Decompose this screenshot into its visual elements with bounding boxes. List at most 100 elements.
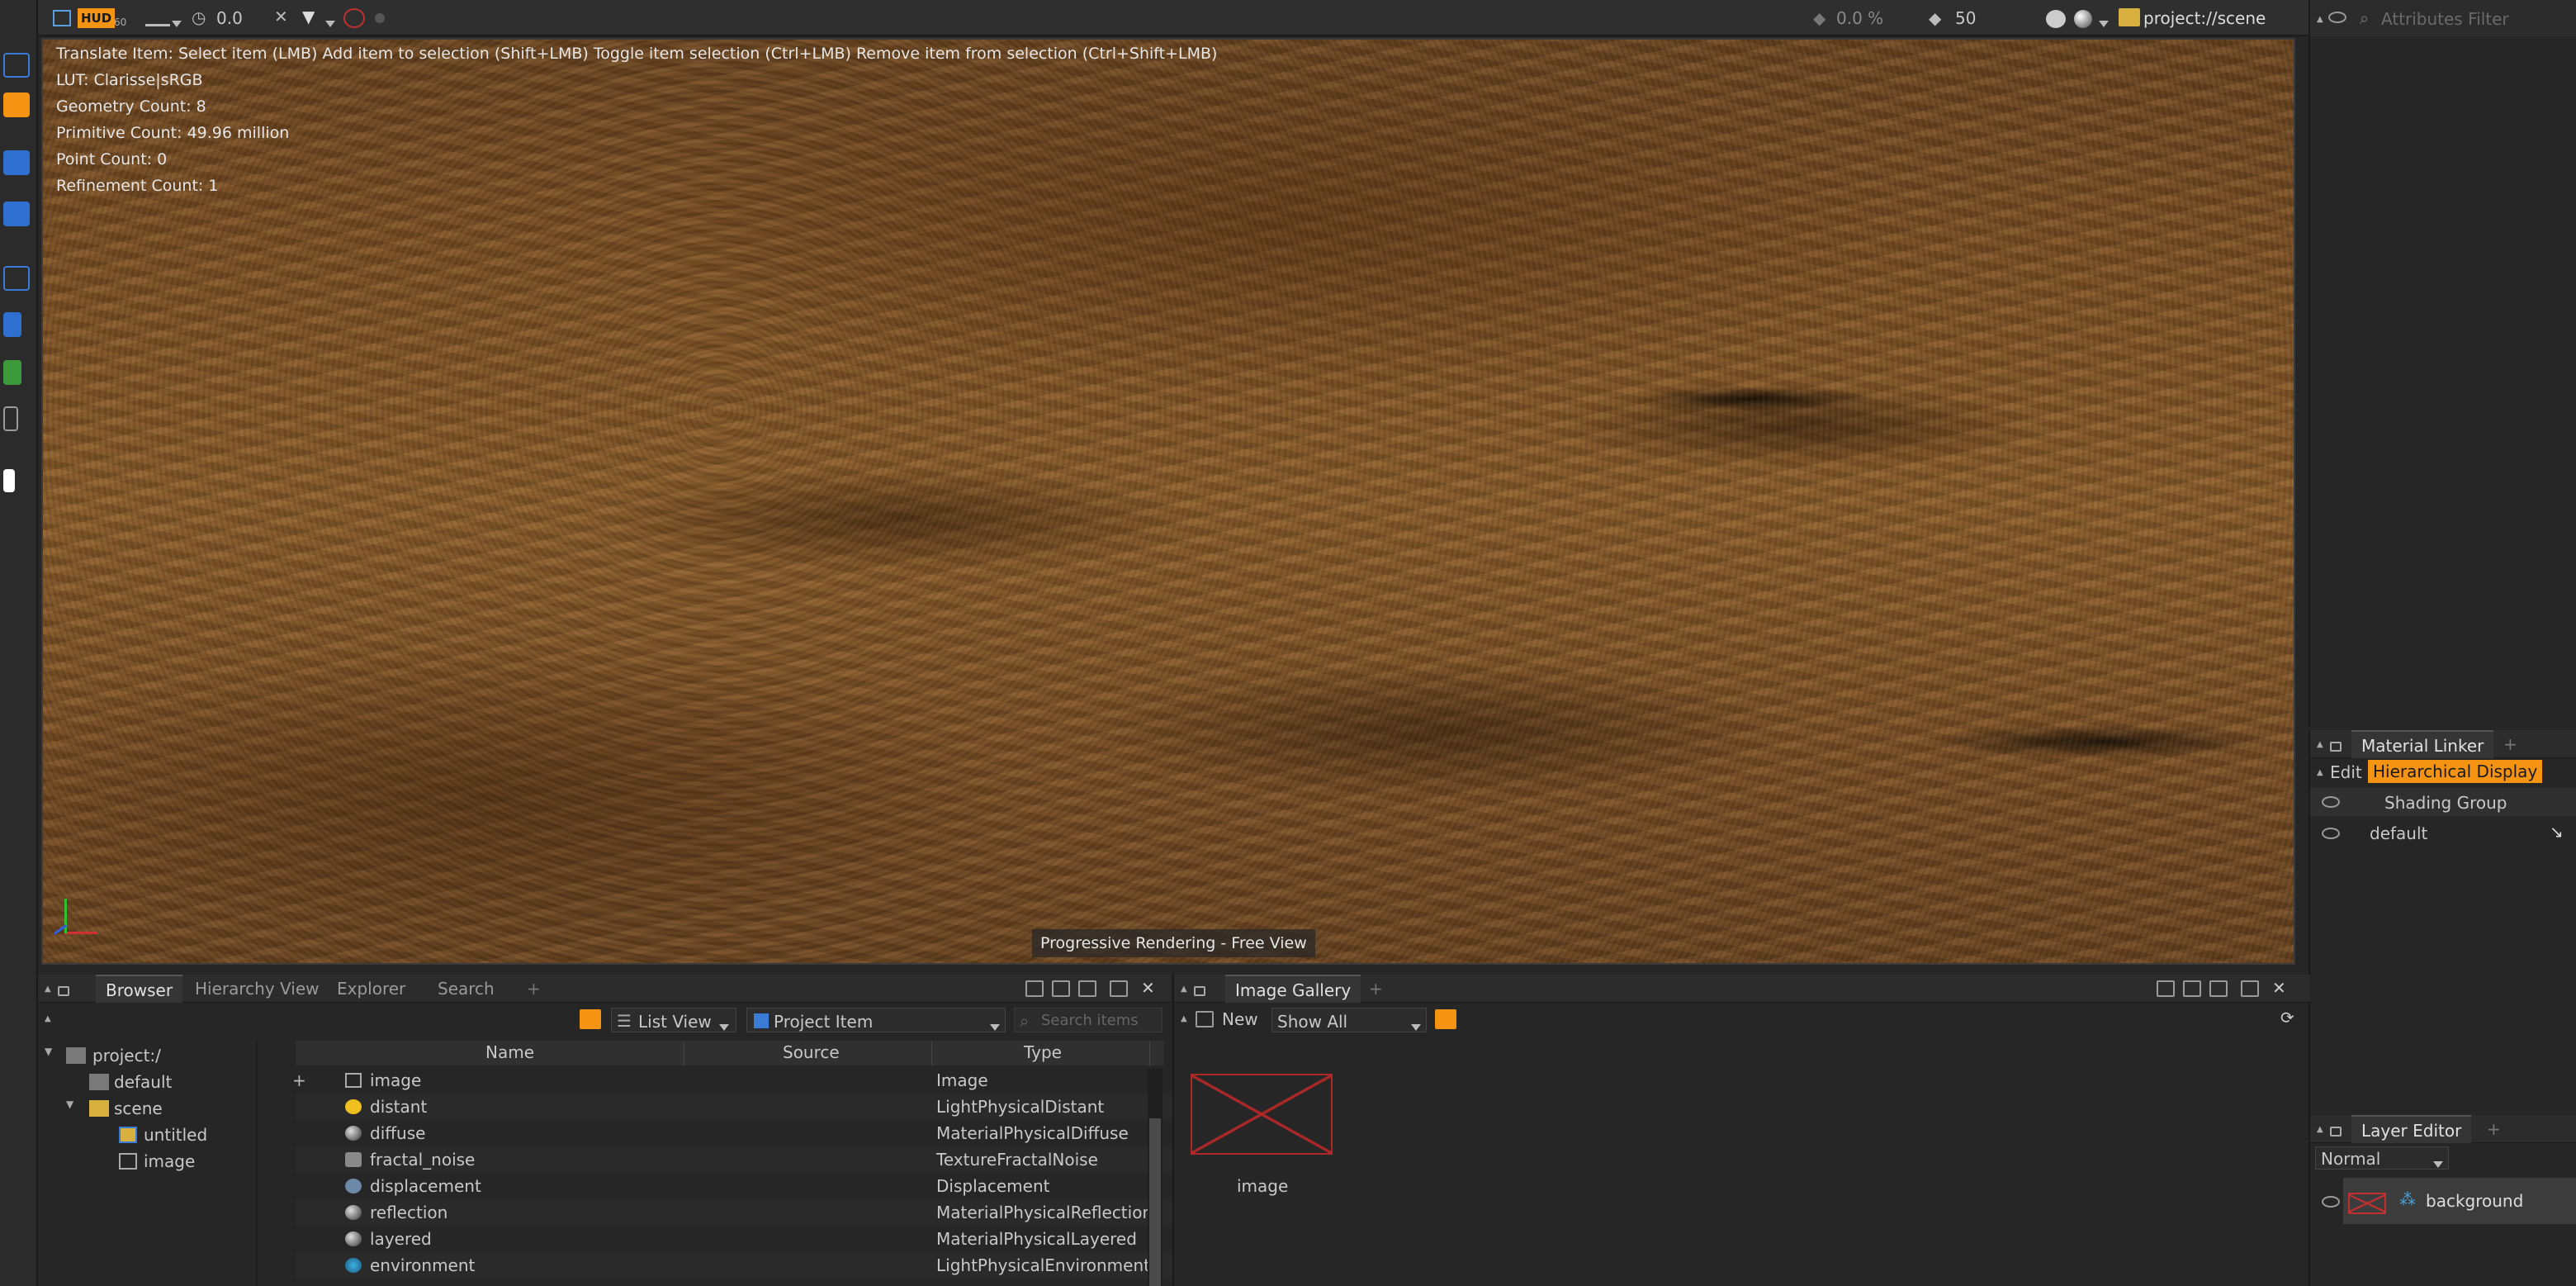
attributes-filter-input[interactable]: Attributes Filter [2381,9,2509,29]
new-image-icon[interactable] [1196,1011,1214,1027]
row-name: environment [370,1255,476,1275]
project-path[interactable]: project://scene [2143,8,2266,28]
column-type[interactable]: Type [1024,1042,1062,1062]
collapse-icon[interactable]: ▲ [45,1014,51,1023]
split-horizontal-icon[interactable] [2183,980,2201,997]
percent-value[interactable]: 0.0 % [1836,8,1883,28]
select-tool-icon[interactable] [3,53,30,78]
view-mode-select[interactable]: ☰ List View [611,1008,736,1032]
split-horizontal-icon[interactable] [1052,980,1070,997]
gallery-filter-select[interactable]: Show All [1271,1008,1427,1032]
collapse-icon[interactable]: ▲ [2317,768,2323,777]
scale-tool-icon[interactable] [3,202,30,226]
visibility-eye-icon[interactable] [2328,12,2346,23]
samples-value[interactable]: 50 [1955,8,1976,28]
camera-sphere-icon[interactable] [2046,10,2066,28]
tab-browser[interactable]: Browser [96,975,183,1003]
layer-group-icon: ⁂ [2399,1189,2416,1209]
split-grid-icon[interactable] [2157,980,2175,997]
tab-search[interactable]: Search [428,975,504,1003]
table-row[interactable]: layered MaterialPhysicalLayered [296,1226,1202,1252]
viewport-layout-icon[interactable] [53,10,71,26]
tab-material-linker[interactable]: Material Linker [2351,730,2494,758]
collapse-icon[interactable]: ▲ [2317,740,2323,749]
curve-icon[interactable] [145,10,170,26]
edit-menu[interactable]: Edit [2330,762,2362,782]
scrollbar-thumb[interactable] [1149,1118,1161,1286]
table-row[interactable]: displacement Displacement [296,1173,1202,1199]
add-tab-button[interactable]: + [2503,734,2517,754]
hierarchical-display-toggle[interactable]: Hierarchical Display [2368,760,2543,783]
list-scrollbar[interactable] [1148,1069,1163,1286]
hud-toggle-button[interactable]: HUD [78,8,116,28]
shading-sphere-icon[interactable] [2074,10,2092,28]
column-source[interactable]: Source [783,1042,840,1062]
collapse-icon[interactable]: ▲ [1181,985,1187,994]
paint-tool-icon[interactable] [3,360,21,385]
collapse-icon[interactable]: ▲ [2317,1125,2323,1134]
tab-hierarchy-view[interactable]: Hierarchy View [185,975,329,1003]
maximize-icon[interactable] [2241,980,2259,997]
gallery-sync-icon[interactable] [1435,1009,1456,1029]
add-tab-button[interactable]: + [527,979,541,999]
lock-icon[interactable] [58,986,69,996]
tab-image-gallery[interactable]: Image Gallery [1225,975,1361,1003]
refresh-icon[interactable]: ⟳ [2280,1008,2294,1027]
terrain-texture [43,40,2294,963]
curve-dropdown-arrow[interactable] [172,15,182,31]
browser-search-input[interactable]: ⌕ Search items [1014,1008,1163,1032]
tab-layer-editor[interactable]: Layer Editor [2351,1115,2472,1143]
shading-group-column[interactable]: Shading Group [2384,793,2507,813]
blend-mode-select[interactable]: Normal [2315,1146,2449,1170]
dot-icon[interactable] [375,13,385,23]
material-linker-row[interactable]: default ↘ [2310,818,2576,847]
table-row[interactable]: environment LightPhysicalEnvironment [296,1252,1202,1279]
lock-icon[interactable] [2330,742,2342,752]
link-arrow-icon[interactable]: ↘ [2550,822,2564,842]
sync-icon[interactable] [580,1009,601,1029]
collapse-icon[interactable]: ▲ [45,985,51,994]
3d-viewport[interactable] [41,38,2295,965]
collapse-icon[interactable]: ▲ [1181,1014,1187,1023]
table-row[interactable]: + image Image [292,1067,1202,1094]
record-icon[interactable] [343,8,365,28]
expand-icon[interactable]: ▼ [45,1046,52,1057]
time-value[interactable]: 0.0 [216,8,243,28]
rotate-tool-icon[interactable] [3,150,30,175]
expand-row-icon[interactable]: + [292,1070,306,1090]
lock-icon[interactable] [2330,1127,2342,1137]
split-vertical-icon[interactable] [1078,980,1096,997]
add-tab-button[interactable]: + [2487,1119,2501,1139]
layer-eye-icon[interactable] [2322,1196,2340,1208]
shading-dropdown-arrow[interactable] [2099,15,2109,31]
table-row[interactable]: fractal_noise TextureFractalNoise [296,1146,1202,1173]
column-name[interactable]: Name [485,1042,534,1062]
row-eye-icon[interactable] [2322,828,2340,839]
maximize-icon[interactable] [1110,980,1128,997]
snapshot-tool-icon[interactable] [3,469,15,492]
split-grid-icon[interactable] [1025,980,1044,997]
tab-explorer[interactable]: Explorer [327,975,415,1003]
gallery-thumbnail[interactable] [1191,1074,1333,1155]
close-icon[interactable]: ✕ [1141,978,1155,998]
table-row[interactable]: reflection MaterialPhysicalReflection [296,1199,1202,1226]
sphere-icon [345,1231,362,1246]
layer-row[interactable]: ⁂ background [2310,1178,2576,1224]
add-tab-button[interactable]: + [1369,979,1383,999]
filter-dropdown-arrow[interactable] [325,15,335,31]
item-type-select[interactable]: Project Item [746,1008,1006,1032]
new-button[interactable]: New [1222,1009,1258,1029]
translate-tool-icon[interactable] [3,93,30,117]
tools-icon[interactable]: ✕ [274,7,288,26]
filter-icon[interactable]: ▼ [302,7,315,26]
pick-tool-icon[interactable] [3,406,18,431]
camera-tool-icon[interactable] [3,266,30,291]
split-vertical-icon[interactable] [2209,980,2228,997]
light-tool-icon[interactable] [3,312,21,337]
close-icon[interactable]: ✕ [2272,978,2286,998]
table-row[interactable]: diffuse MaterialPhysicalDiffuse [296,1120,1202,1146]
table-row[interactable]: distant LightPhysicalDistant [296,1094,1202,1120]
collapse-icon[interactable]: ▲ [2317,15,2323,24]
lock-icon[interactable] [1194,986,1205,996]
samples-icon: ◆ [1929,8,1942,28]
